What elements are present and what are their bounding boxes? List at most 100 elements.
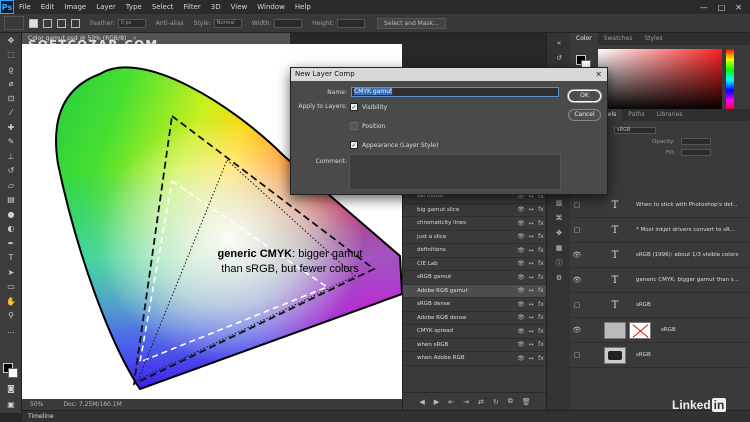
layer-comp-row[interactable]: CIE Lab 👁 ↔ fx [403, 258, 546, 271]
position-option[interactable]: Position [350, 122, 385, 130]
update-comp-icon[interactable]: ⇥ [463, 398, 469, 406]
next-comp-icon[interactable]: ▶ [434, 398, 439, 406]
marquee-preset-icon[interactable] [4, 16, 24, 30]
eye-hidden-icon[interactable]: ▢ [570, 226, 584, 234]
eye-icon[interactable]: 👁 [516, 314, 526, 321]
dialog-title-bar[interactable]: New Layer Comp ✕ [291, 68, 607, 81]
eye-hidden-icon[interactable]: ▢ [570, 201, 584, 209]
height-input[interactable] [337, 18, 366, 28]
style-select[interactable]: Normal [213, 18, 242, 28]
background-color-swatch[interactable] [8, 368, 18, 378]
zoom-level[interactable]: 50% [30, 401, 43, 408]
fx-icon[interactable]: fx [536, 274, 546, 281]
eyedropper-tool-icon[interactable]: ⁄ [0, 106, 22, 121]
update-position-icon[interactable]: ⇄ [478, 398, 484, 406]
tab-styles[interactable]: Styles [638, 33, 668, 45]
menu-edit[interactable]: Edit [36, 3, 60, 11]
delete-comp-icon[interactable]: 🗑 [522, 398, 531, 406]
menu-layer[interactable]: Layer [91, 3, 121, 11]
menu-type[interactable]: Type [121, 3, 147, 11]
menu-help[interactable]: Help [290, 3, 316, 11]
menu-filter[interactable]: Filter [178, 3, 205, 11]
tab-paths[interactable]: Paths [622, 109, 650, 121]
appearance-checkbox[interactable]: ✓ [350, 141, 358, 149]
position-icon[interactable]: ↔ [526, 247, 536, 254]
layer-comp-row[interactable]: big gamut slice 👁 ↔ fx [403, 204, 546, 217]
eye-icon[interactable]: 👁 [516, 355, 526, 362]
eye-hidden-icon[interactable]: ▢ [570, 351, 584, 359]
swatches-panel-icon[interactable]: ⚙ [547, 270, 571, 285]
layer-comp-row[interactable]: chromaticity lines 👁 ↔ fx [403, 217, 546, 231]
fx-icon[interactable]: fx [536, 247, 546, 254]
libraries-panel-icon[interactable]: ⌘ [547, 210, 571, 225]
tab-swatches[interactable]: Swatches [598, 33, 639, 45]
color-picker-field[interactable] [598, 49, 722, 111]
menu-image[interactable]: Image [59, 3, 91, 11]
new-comp-icon[interactable]: ⧉ [508, 397, 513, 406]
path-select-tool-icon[interactable]: ➤ [0, 265, 22, 280]
position-icon[interactable]: ↔ [526, 301, 536, 308]
eye-icon[interactable]: 👁 [516, 206, 526, 213]
crop-tool-icon[interactable]: ⊡ [0, 91, 22, 106]
layer-comp-row[interactable]: definitions 👁 ↔ fx [403, 244, 546, 258]
quick-mask-icon[interactable]: ◙ [0, 381, 22, 396]
timeline-tab[interactable]: Timeline [22, 410, 750, 422]
minimize-icon[interactable]: — [700, 3, 708, 12]
width-input[interactable] [274, 18, 303, 28]
cancel-button[interactable]: Cancel [568, 109, 601, 121]
antialias-label[interactable]: Anti-alias [156, 20, 184, 27]
eye-icon[interactable]: 👁 [516, 274, 526, 281]
healing-tool-icon[interactable]: ✚ [0, 120, 22, 135]
eye-icon[interactable]: 👁 [516, 233, 526, 240]
pen-tool-icon[interactable]: ✒ [0, 236, 22, 251]
position-icon[interactable]: ↔ [526, 233, 536, 240]
zoom-tool-icon[interactable]: ⚲ [0, 309, 22, 324]
tab-color[interactable]: Color [570, 33, 598, 45]
dodge-tool-icon[interactable]: ◐ [0, 222, 22, 237]
type-tool-icon[interactable]: T [0, 251, 22, 266]
lasso-tool-icon[interactable]: ϱ [0, 62, 22, 77]
stamp-tool-icon[interactable]: ⊥ [0, 149, 22, 164]
layer-comp-row[interactable]: when sRGB 👁 ↔ fx [403, 339, 546, 352]
apply-comp-icon[interactable]: ⇤ [448, 398, 454, 406]
layer-comp-row[interactable]: just a slice 👁 ↔ fx [403, 231, 546, 244]
eye-hidden-icon[interactable]: ▢ [570, 301, 584, 309]
position-icon[interactable]: ↔ [526, 206, 536, 213]
marquee-tool-icon[interactable]: ⬚ [0, 48, 22, 63]
eye-icon[interactable]: 👁 [516, 341, 526, 348]
position-icon[interactable]: ↔ [526, 328, 536, 335]
layer-row[interactable]: ▢ T When to stick with Photoshop's def... [570, 193, 750, 218]
move-tool-icon[interactable]: ✥ [0, 33, 22, 48]
maximize-icon[interactable]: □ [718, 3, 726, 12]
info-panel-icon[interactable]: ⓘ [547, 255, 571, 270]
layer-comp-row[interactable]: sRGB dense 👁 ↔ fx [403, 298, 546, 312]
brush-tool-icon[interactable]: ✎ [0, 135, 22, 150]
layer-comps-panel-icon[interactable]: ▦ [547, 240, 571, 255]
fx-icon[interactable]: fx [536, 233, 546, 240]
history-brush-tool-icon[interactable]: ↺ [0, 164, 22, 179]
fx-icon[interactable]: fx [536, 287, 546, 294]
position-icon[interactable]: ↔ [526, 274, 536, 281]
menu-file[interactable]: File [14, 3, 36, 11]
eye-icon[interactable]: 👁 [570, 251, 584, 259]
eye-icon[interactable]: 👁 [516, 328, 526, 335]
eye-icon[interactable]: 👁 [516, 260, 526, 267]
doc-size[interactable]: Doc: 7.25M/160.1M [63, 401, 121, 408]
comp-name-input[interactable]: CMYK gamut [351, 87, 559, 97]
appearance-option[interactable]: ✓ Appearance (Layer Style) [350, 141, 438, 149]
fx-icon[interactable]: fx [536, 355, 546, 362]
fx-icon[interactable]: fx [536, 341, 546, 348]
fx-icon[interactable]: fx [536, 314, 546, 321]
position-checkbox[interactable] [350, 122, 358, 130]
layer-comp-row[interactable]: CMYK spread 👁 ↔ fx [403, 325, 546, 339]
close-icon[interactable]: ✕ [735, 3, 742, 12]
layer-comp-row[interactable]: Adobe RGB dense 👁 ↔ fx [403, 312, 546, 325]
layer-row[interactable]: 👁 sRGB [570, 318, 750, 343]
menu-window[interactable]: Window [252, 3, 290, 11]
collapse-panels-icon[interactable]: « [547, 35, 571, 50]
dialog-close-icon[interactable]: ✕ [595, 68, 602, 81]
hand-tool-icon[interactable]: ✋ [0, 294, 22, 309]
new-selection-icon[interactable] [29, 18, 38, 28]
subtract-selection-icon[interactable] [57, 18, 66, 28]
fx-icon[interactable]: fx [536, 220, 546, 227]
